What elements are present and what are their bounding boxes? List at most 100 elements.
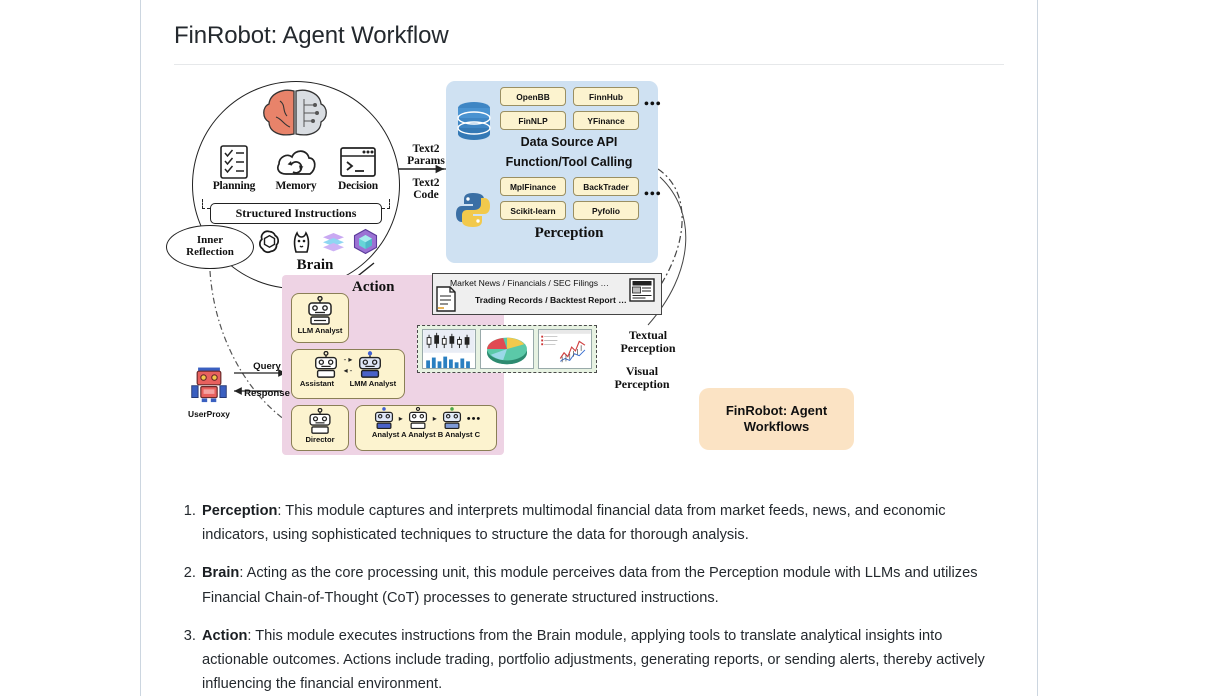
module-sep-1: : [239, 565, 247, 582]
chip-finnhub[interactable]: FinnHub [573, 87, 639, 106]
openai-logo [256, 228, 283, 255]
data-source-api-label: Data Source API [520, 135, 618, 149]
terminal-icon [336, 145, 380, 179]
textual-perception-line2: Perception [620, 340, 676, 355]
chip-finnlp[interactable]: FinNLP [500, 111, 566, 130]
robot-icon-analyst-b [408, 407, 427, 430]
pie-chart [480, 329, 534, 369]
python-icon [455, 191, 491, 229]
text2params-line2: Params [407, 155, 445, 168]
arrow-right-icon: - ▸ [343, 354, 353, 364]
arrow-left-icon: ◂ - [343, 365, 353, 375]
analyst-more-dots: ••• [466, 412, 482, 425]
cognition-memory-label: Memory [275, 180, 317, 192]
cognition-decision-label: Decision [338, 180, 378, 192]
module-text-action: This module executes instructions from t… [202, 627, 985, 693]
text2code-line2: Code [413, 189, 439, 202]
finrobot-box-line1: FinRobot: Agent [725, 402, 828, 418]
cognition-memory: Memory [268, 145, 324, 192]
text2params-line1: Text2 [412, 143, 440, 155]
cognition-decision: Decision [330, 145, 386, 192]
chip-openbb[interactable]: OpenBB [500, 87, 566, 106]
llama-logo [288, 228, 315, 255]
chip-backtrader[interactable]: BackTrader [573, 177, 639, 196]
layers-logo [320, 228, 347, 255]
right-column-rule [1037, 0, 1038, 696]
list-item: Action: This module executes instruction… [200, 624, 1004, 696]
page-title: FinRobot: Agent Workflow [174, 0, 1004, 65]
analyst-chain-row: ▸ ▸ ••• [356, 407, 496, 430]
cloud-refresh-icon [274, 145, 318, 179]
agent-label-assistant: Assistant [299, 379, 334, 388]
assistant-lmm-row: - ▸ ◂ - [292, 351, 404, 379]
document-icon [436, 286, 456, 312]
agent-card-llm-analyst[interactable]: LLM Analyst [291, 293, 349, 343]
function-tool-calling-label: Function/Tool Calling [505, 155, 633, 169]
textual-perception-label: Textual Perception [606, 329, 690, 354]
textual-line-1: Market News / Financials / SEC Filings … [450, 278, 610, 288]
arrow-chain-icon-2: ▸ [432, 413, 437, 423]
function-tool-calling-chips: MplFinance BackTrader Scikit-learn Pyfol… [500, 177, 639, 220]
finrobot-workflows-box: FinRobot: Agent Workflows [699, 388, 854, 450]
article-content: FinRobot: Agent Workflow Planning Memory… [141, 0, 1037, 696]
module-text-perception: This module captures and interprets mult… [202, 503, 946, 544]
query-arrow-label: Query [253, 361, 281, 372]
page-root: FinRobot: Agent Workflow Planning Memory… [0, 0, 1213, 696]
list-item: Brain: Acting as the core processing uni… [200, 561, 1004, 609]
chip-pyfolio[interactable]: Pyfolio [573, 201, 639, 220]
text2params-label: Text2 Params [402, 143, 450, 167]
user-proxy-robot-icon [191, 367, 227, 403]
agent-workflow-figure: Planning Memory Decision Structured Inst… [166, 73, 1004, 483]
visual-perception-line1: Visual [625, 364, 659, 378]
textual-perception-line1: Textual [628, 328, 668, 342]
finrobot-box-line2: Workflows [743, 419, 810, 434]
perception-module-label: Perception [534, 225, 604, 241]
text2code-label: Text2 Code [402, 177, 450, 201]
text2code-line1: Text2 [412, 177, 440, 189]
module-term-brain: Brain [202, 565, 240, 582]
agent-label-llm-analyst: LLM Analyst [297, 326, 343, 335]
agent-card-analyst-group[interactable]: ▸ ▸ ••• Analyst A Analyst B Analyst C [355, 405, 497, 451]
brain-icon [260, 87, 330, 139]
visual-perception-strip [417, 325, 597, 373]
chip-scikit-learn[interactable]: Scikit-learn [500, 201, 566, 220]
cognition-planning: Planning [206, 145, 262, 192]
user-proxy-label: UserProxy [188, 409, 230, 419]
chip-yfinance[interactable]: YFinance [573, 111, 639, 130]
robot-icon-director [309, 408, 331, 434]
arrow-chain-icon-1: ▸ [398, 413, 403, 423]
module-text-brain: Acting as the core processing unit, this… [202, 565, 978, 606]
cube-logo [352, 228, 379, 255]
module-description-list: Perception: This module captures and int… [174, 499, 1004, 696]
robot-icon-analyst-c [442, 407, 461, 430]
visual-perception-line2: Perception [614, 376, 670, 391]
agent-card-assistant-lmm[interactable]: - ▸ ◂ - Assistant LMM Analyst [291, 349, 405, 399]
agent-label-lmm-analyst: LMM Analyst [349, 379, 397, 388]
data-source-api-chips: OpenBB FinnHub FinNLP YFinance [500, 87, 639, 130]
stock-report-chart [538, 329, 592, 369]
chip-mplfinance[interactable]: MplFinance [500, 177, 566, 196]
llm-logos-row [256, 228, 380, 255]
response-arrow-label: Response [244, 388, 290, 399]
agent-label-analysts: Analyst A Analyst B Analyst C [371, 430, 481, 439]
checklist-icon [212, 145, 256, 179]
data-source-api-more-dots: ••• [644, 97, 662, 112]
robot-icon-lmm-analyst [359, 351, 382, 378]
inner-reflection-line2: Reflection [186, 246, 234, 258]
module-term-action: Action [202, 627, 248, 644]
robot-icon-assistant [314, 351, 337, 378]
robot-icon [308, 296, 332, 325]
candlestick-chart [422, 329, 476, 369]
list-item: Perception: This module captures and int… [200, 499, 1004, 547]
cognition-planning-label: Planning [212, 180, 256, 192]
function-tool-calling-more-dots: ••• [644, 187, 662, 202]
textual-perception-box: Market News / Financials / SEC Filings …… [432, 273, 662, 315]
structured-instructions-box: Structured Instructions [210, 203, 382, 224]
textual-line-2: Trading Records / Backtest Report … [475, 295, 627, 305]
agent-label-director: Director [305, 435, 335, 444]
visual-perception-label: Visual Perception [606, 365, 678, 390]
brain-module-label: Brain [296, 257, 334, 273]
cognition-icons-row: Planning Memory Decision [206, 145, 386, 192]
agent-card-director[interactable]: Director [291, 405, 349, 451]
newspaper-icon [629, 278, 655, 302]
